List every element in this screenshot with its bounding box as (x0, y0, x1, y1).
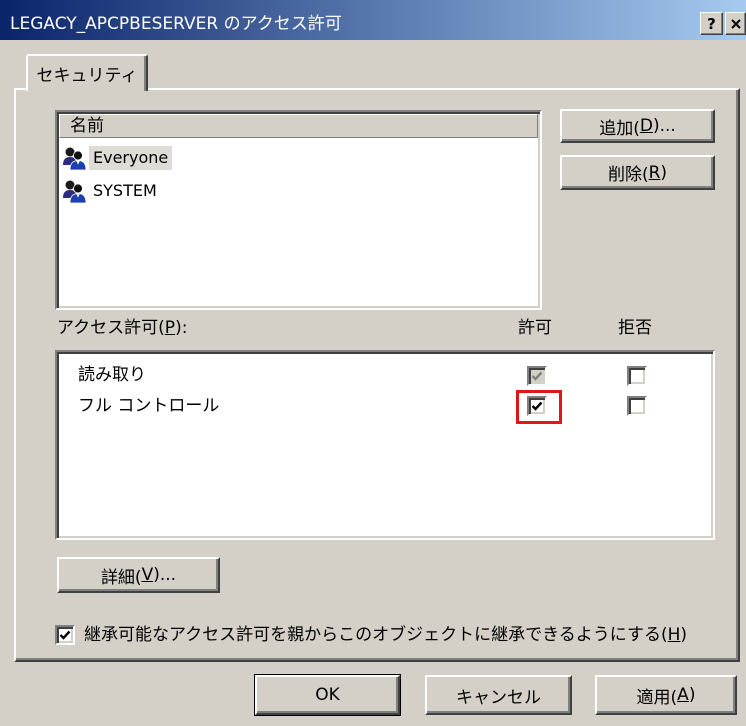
cancel-button[interactable]: キャンセル (425, 675, 572, 715)
names-list[interactable]: 名前 Everyone SYSTEM (55, 110, 542, 310)
list-item-label: Everyone (89, 146, 173, 170)
permissions-label: アクセス許可(P): (57, 318, 188, 338)
list-item-everyone[interactable]: Everyone (61, 143, 531, 173)
checkmark-icon (531, 371, 543, 381)
checkmark-icon (531, 401, 543, 411)
deny-read-checkbox[interactable] (627, 366, 647, 386)
mnemonic-key: A (677, 685, 689, 705)
mnemonic-key: P (164, 318, 176, 338)
deny-column-header: 拒否 (618, 318, 652, 338)
inherit-checkbox[interactable] (55, 625, 75, 645)
group-icon (63, 180, 87, 204)
list-item-system[interactable]: SYSTEM (61, 176, 531, 206)
ok-button[interactable]: OK (254, 674, 401, 716)
permission-name-full-control: フル コントロール (78, 396, 220, 416)
permissions-dialog: { "window": { "title": "LEGACY_APCPBESER… (0, 0, 746, 726)
allow-full-control-checkbox[interactable] (527, 396, 547, 416)
advanced-button[interactable]: 詳細(V)... (57, 557, 220, 593)
checkmark-icon (59, 630, 71, 640)
group-icon (63, 147, 87, 171)
inherit-checkbox-label[interactable]: 継承可能なアクセス許可を親からこのオブジェクトに継承できるようにする(H) (84, 623, 738, 647)
close-button[interactable] (725, 12, 746, 35)
mnemonic-key: H (667, 625, 681, 645)
title-bar[interactable]: LEGACY_APCPBESERVER のアクセス許可 ? (0, 0, 746, 40)
add-button[interactable]: 追加(D)... (560, 109, 715, 143)
allow-column-header: 許可 (518, 318, 552, 338)
close-icon (730, 18, 741, 29)
help-button[interactable]: ? (700, 12, 723, 35)
column-header-name[interactable]: 名前 (59, 114, 538, 138)
apply-button[interactable]: 適用(A) (595, 675, 737, 715)
deny-full-control-checkbox[interactable] (627, 396, 647, 416)
permission-name-read: 読み取り (78, 365, 146, 385)
list-item-label: SYSTEM (93, 181, 157, 200)
tab-security[interactable]: セキュリティ (26, 54, 148, 91)
remove-button[interactable]: 削除(R) (560, 155, 715, 190)
mnemonic-key: R (648, 162, 661, 183)
window-title: LEGACY_APCPBESERVER のアクセス許可 (10, 14, 342, 34)
mnemonic-key: V (141, 565, 154, 585)
help-icon: ? (707, 14, 716, 33)
permissions-list[interactable]: 読み取り フル コントロール (55, 350, 715, 540)
mnemonic-key: D (639, 116, 653, 136)
allow-read-checkbox[interactable] (527, 366, 547, 386)
